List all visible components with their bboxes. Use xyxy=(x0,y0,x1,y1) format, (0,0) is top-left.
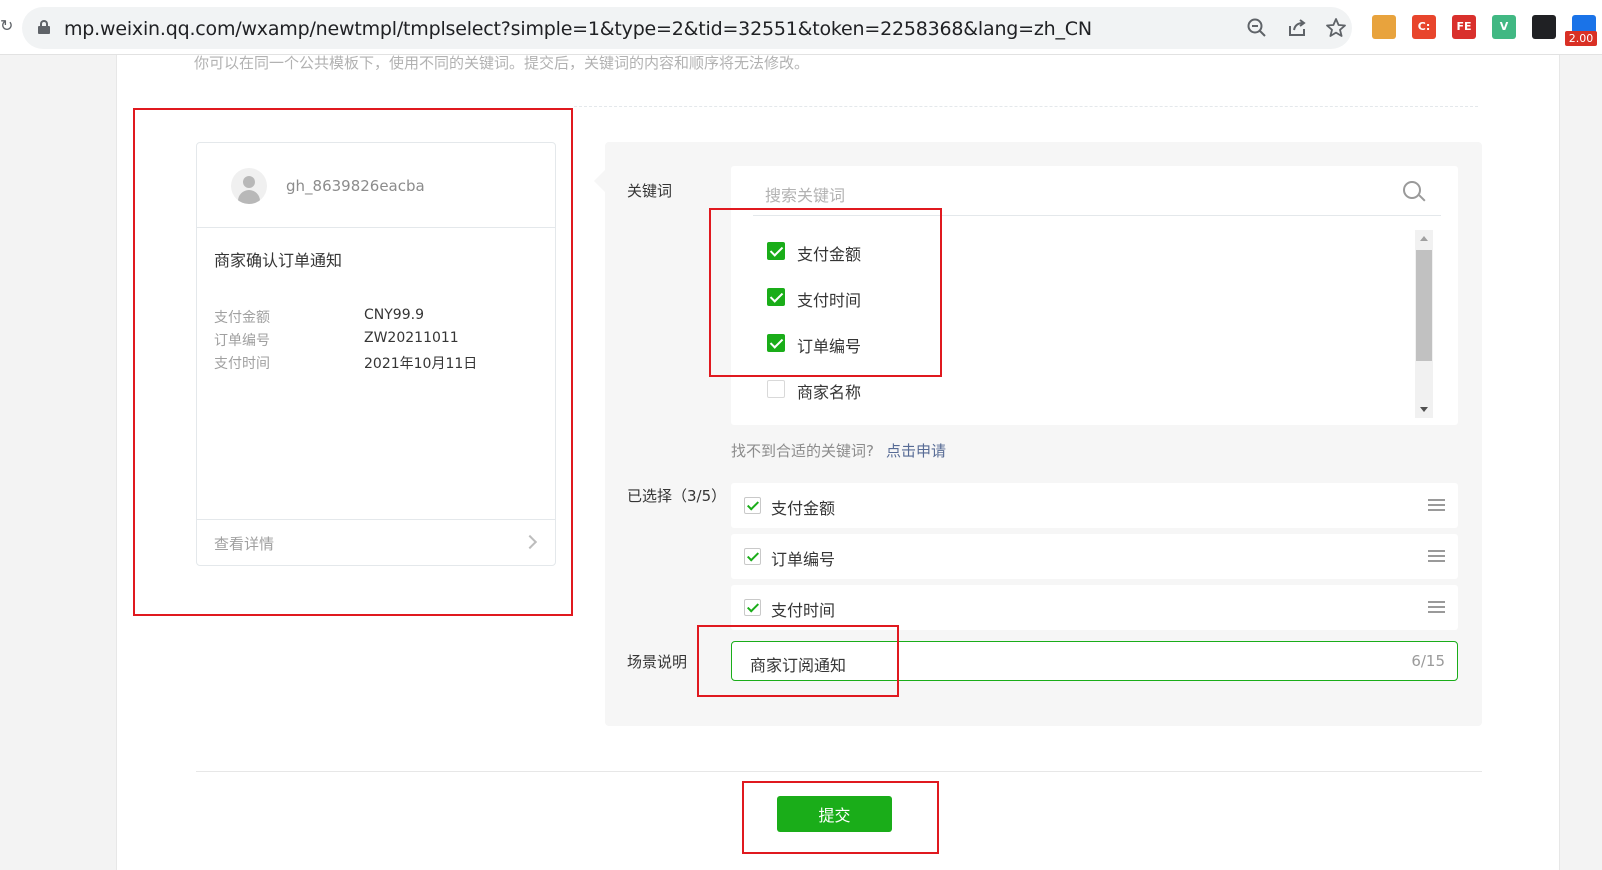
selected-keyword-label: 订单编号 xyxy=(771,550,836,569)
selected-keyword-row[interactable]: 支付金额 xyxy=(731,483,1458,528)
checkbox-checked-icon[interactable] xyxy=(744,548,761,565)
share-icon[interactable] xyxy=(1286,17,1308,39)
panel-arrow xyxy=(594,170,605,192)
search-icon[interactable] xyxy=(1403,181,1426,203)
zoom-icon[interactable] xyxy=(1246,17,1268,39)
apply-keyword-row: 找不到合适的关键词? 点击申请 xyxy=(731,440,946,461)
checkbox-checked-icon[interactable] xyxy=(744,497,761,514)
page-hint: 你可以在同一个公共模板下，使用不同的关键词。提交后，关键词的内容和顺序将无法修改… xyxy=(194,54,810,72)
divider xyxy=(574,106,1478,107)
drag-handle-icon[interactable] xyxy=(1428,601,1445,614)
lock-icon[interactable] xyxy=(38,20,50,34)
c-extension-icon[interactable]: C: xyxy=(1412,15,1436,39)
selected-keyword-label: 支付金额 xyxy=(771,499,836,518)
not-found-text: 找不到合适的关键词? xyxy=(731,442,874,460)
option-scrollbar[interactable] xyxy=(1415,230,1433,418)
selected-keyword-row[interactable]: 订单编号 xyxy=(731,534,1458,579)
reload-icon[interactable]: ↻ xyxy=(0,16,13,35)
url-text[interactable]: mp.weixin.qq.com/wxamp/newtmpl/tmplselec… xyxy=(64,18,1092,40)
keywords-label: 关键词 xyxy=(627,182,673,200)
selected-keyword-label: 支付时间 xyxy=(771,601,836,620)
scene-label: 场景说明 xyxy=(627,653,688,671)
scroll-thumb[interactable] xyxy=(1416,250,1432,361)
annotation-box-submit xyxy=(742,781,939,854)
selected-keyword-row[interactable]: 支付时间 xyxy=(731,585,1458,630)
annotation-box-preview xyxy=(133,108,573,616)
char-count: 6/15 xyxy=(1411,652,1445,670)
scroll-down-icon[interactable] xyxy=(1420,407,1428,412)
scroll-up-icon[interactable] xyxy=(1420,236,1428,241)
browser-toolbar: ↻ mp.weixin.qq.com/wxamp/newtmpl/tmplsel… xyxy=(0,0,1602,55)
drag-handle-icon[interactable] xyxy=(1428,499,1445,512)
checkbox-unchecked-icon[interactable] xyxy=(767,380,785,398)
annotation-box-keywords xyxy=(709,208,942,377)
glasses-extension-icon[interactable] xyxy=(1532,15,1556,39)
vue-devtools-icon[interactable]: V xyxy=(1492,15,1516,39)
checkbox-checked-icon[interactable] xyxy=(744,599,761,616)
fe-extension-icon[interactable]: FE xyxy=(1452,15,1476,39)
address-bar[interactable]: mp.weixin.qq.com/wxamp/newtmpl/tmplselec… xyxy=(22,7,1352,49)
keyword-option-label: 商家名称 xyxy=(797,383,862,402)
bookmark-star-icon[interactable] xyxy=(1325,17,1347,39)
selected-label: 已选择（3/5） xyxy=(627,487,727,505)
translate-extension-icon[interactable] xyxy=(1372,15,1396,39)
drag-handle-icon[interactable] xyxy=(1428,550,1445,563)
apply-keyword-link[interactable]: 点击申请 xyxy=(886,442,946,460)
annotation-box-scene xyxy=(697,625,899,697)
footer-divider xyxy=(196,771,1482,772)
extension-badge: 2.00 xyxy=(1565,31,1597,46)
